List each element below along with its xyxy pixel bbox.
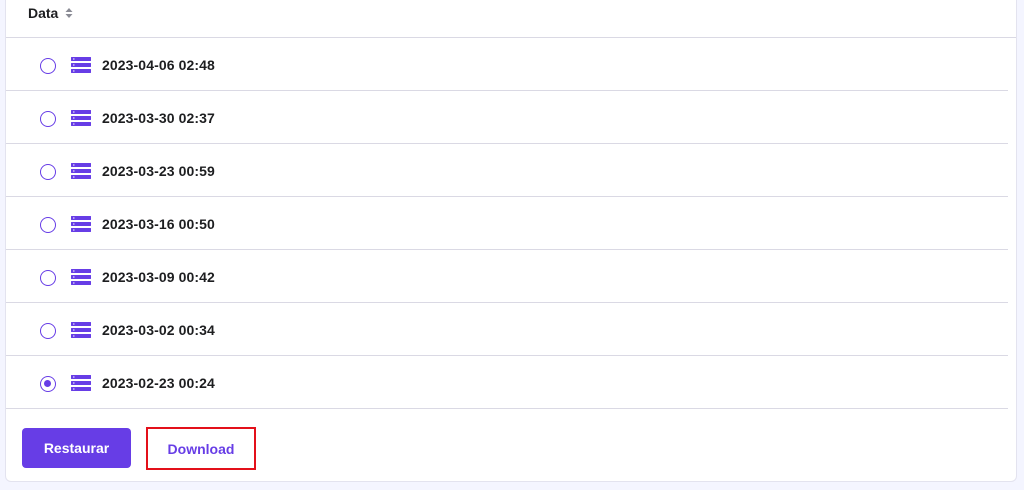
row-radio[interactable] [40,270,56,286]
server-icon [71,110,91,126]
backup-date: 2023-04-06 02:48 [102,57,215,73]
download-button[interactable]: Download [146,427,256,470]
backup-date: 2023-03-16 00:50 [102,216,215,232]
backup-date: 2023-03-09 00:42 [102,269,215,285]
action-footer: Restaurar Download [6,412,1016,482]
sort-icon[interactable] [65,8,73,18]
row-radio[interactable] [40,111,56,127]
server-icon [71,216,91,232]
table-row[interactable]: 2023-03-09 00:42 [6,250,1008,303]
backup-date: 2023-02-23 00:24 [102,375,215,391]
server-icon [71,269,91,285]
row-radio[interactable] [40,376,56,392]
table-row[interactable]: 2023-03-02 00:34 [6,303,1008,356]
backup-list-card: Data 2023-04-06 02:48 2023-03-30 02:37 2… [5,0,1017,482]
row-radio[interactable] [40,58,56,74]
table-row[interactable]: 2023-03-16 00:50 [6,197,1008,250]
server-icon [71,322,91,338]
server-icon [71,163,91,179]
backup-date: 2023-03-30 02:37 [102,110,215,126]
restore-button[interactable]: Restaurar [22,428,131,468]
column-header-date[interactable]: Data [28,5,58,21]
table-row[interactable]: 2023-03-23 00:59 [6,144,1008,197]
table-row[interactable]: 2023-03-30 02:37 [6,91,1008,144]
backup-date: 2023-03-02 00:34 [102,322,215,338]
backup-date: 2023-03-23 00:59 [102,163,215,179]
table-row[interactable]: 2023-02-23 00:24 [6,356,1008,409]
server-icon [71,57,91,73]
server-icon [71,375,91,391]
row-radio[interactable] [40,217,56,233]
row-radio[interactable] [40,323,56,339]
table-header: Data [6,0,1016,38]
row-radio[interactable] [40,164,56,180]
table-row[interactable]: 2023-04-06 02:48 [6,38,1008,91]
